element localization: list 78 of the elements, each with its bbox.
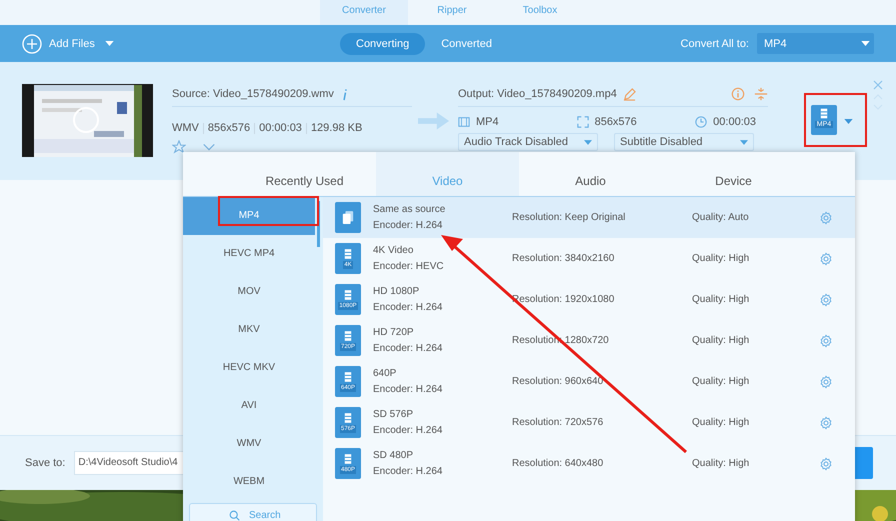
preset-quality: Quality: High: [692, 376, 750, 387]
settings-icon[interactable]: [819, 292, 833, 306]
subtitle-select[interactable]: Subtitle Disabled: [614, 133, 754, 151]
split-icon[interactable]: [754, 87, 768, 101]
copy-icon: [335, 202, 361, 233]
format-item[interactable]: AVI: [183, 387, 315, 425]
file-meta: 856x576: [208, 122, 250, 134]
caret-icon: [104, 41, 114, 46]
film-icon: [820, 108, 828, 119]
output-format: MP4: [476, 116, 499, 128]
plus-icon: [22, 34, 42, 54]
preset-name: SD 576P: [373, 409, 414, 420]
preset-resolution: Resolution: 640x480: [512, 458, 604, 469]
film-icon: [458, 116, 470, 128]
info-icon[interactable]: [731, 87, 745, 101]
settings-icon[interactable]: [819, 416, 833, 430]
save-to-label: Save to:: [25, 457, 66, 469]
caret-icon: [861, 41, 870, 46]
preset-name: 640P: [373, 368, 398, 379]
preset-encoder: Encoder: H.264: [373, 384, 444, 395]
settings-icon[interactable]: [819, 252, 833, 266]
clock-icon: [695, 116, 708, 128]
convert-all-label: Convert All to:: [680, 38, 749, 50]
star-icon[interactable]: [172, 140, 186, 154]
format-item[interactable]: MOV: [183, 273, 315, 311]
preset-encoder: Encoder: H.264: [373, 220, 444, 231]
preset-encoder: Encoder: HEVC: [373, 261, 445, 272]
preset-quality: Quality: High: [692, 417, 750, 428]
preset-resolution: Resolution: 3840x2160: [512, 253, 616, 264]
preset-quality: Quality: High: [692, 458, 750, 469]
output-resolution: 856x576: [594, 116, 637, 128]
settings-icon[interactable]: [819, 334, 833, 348]
search-icon: [229, 510, 240, 521]
caret-icon: [584, 140, 592, 144]
output-duration: 00:00:03: [713, 116, 756, 128]
preset-name: SD 480P: [373, 450, 414, 461]
format-item[interactable]: MKV: [183, 311, 315, 349]
close-icon[interactable]: [873, 80, 883, 90]
preset-quality: Quality: Auto: [692, 212, 750, 223]
preset-name: 4K Video: [373, 245, 414, 256]
preset-resolution: Resolution: 720x576: [512, 417, 604, 428]
highlight-frame: [804, 93, 867, 147]
category-tab[interactable]: Device: [662, 152, 805, 196]
caret-icon: [740, 140, 748, 144]
pencil-icon[interactable]: [622, 88, 636, 100]
arrow-right-icon: [418, 111, 450, 131]
preset-resolution: Resolution: 960x640: [512, 376, 604, 387]
caret-icon[interactable]: [844, 119, 853, 124]
preset-quality: Quality: High: [692, 253, 750, 264]
preset-resolution: Resolution: Keep Original: [512, 212, 626, 223]
preset-encoder: Encoder: H.264: [373, 425, 444, 436]
preset-row[interactable]: Same as source Encoder: H.264 Resolution: Keep Original Quality: Auto: [323, 197, 855, 238]
output-filename: Output: Video_1578490209.mp4: [458, 88, 617, 100]
search-field[interactable]: Search: [189, 503, 317, 521]
preset-name: HD 720P: [373, 327, 415, 338]
format-item[interactable]: HEVC MP4: [183, 235, 315, 273]
preset-quality: Quality: High: [692, 294, 750, 305]
file-meta: WMV: [172, 122, 199, 134]
view-tab[interactable]: Converting: [340, 32, 426, 54]
file-meta: 00:00:03: [259, 122, 302, 134]
settings-icon[interactable]: [819, 374, 833, 388]
format-item[interactable]: HEVC MKV: [183, 349, 315, 387]
file-meta: 129.98 KB: [310, 122, 362, 134]
preset-encoder: Encoder: H.264: [373, 302, 444, 313]
audio-track-select[interactable]: Audio Track Disabled: [458, 133, 598, 151]
preset-name: Same as source: [373, 204, 446, 215]
category-tab[interactable]: Audio: [519, 152, 662, 196]
settings-icon[interactable]: [819, 456, 833, 470]
resize-icon: [576, 116, 589, 128]
source-filename: Source: Video_1578490209.wmv: [172, 88, 334, 100]
preset-encoder: Encoder: H.264: [373, 466, 444, 477]
info-icon[interactable]: [342, 88, 348, 100]
category-tab[interactable]: Recently Used: [233, 152, 376, 196]
preset-encoder: Encoder: H.264: [373, 343, 444, 354]
preset-quality: Quality: High: [692, 335, 750, 346]
settings-icon[interactable]: [819, 210, 833, 224]
preset-name: HD 1080P: [373, 286, 420, 297]
convert-all-select[interactable]: MP4: [757, 33, 874, 54]
